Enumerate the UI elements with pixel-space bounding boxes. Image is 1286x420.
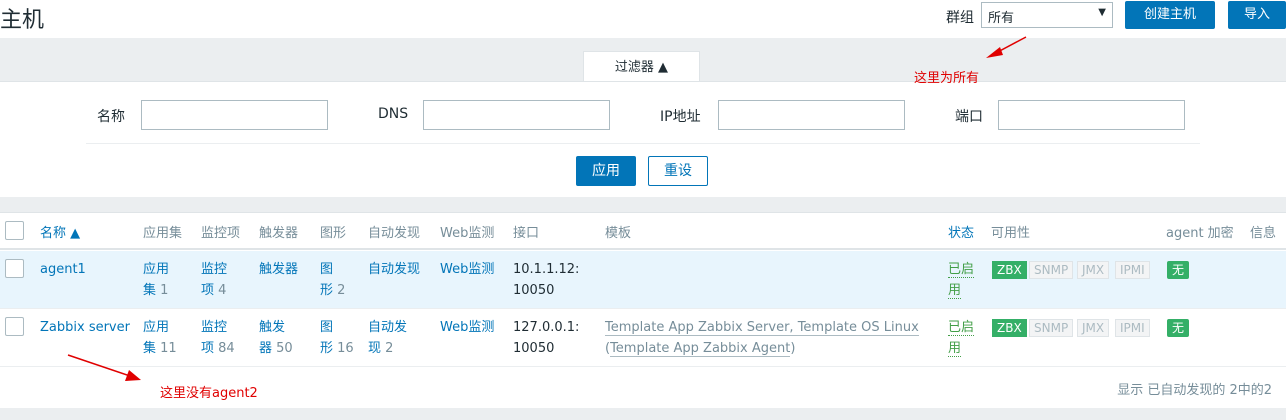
annotation-note-no-agent2: 这里没有agent2 [160, 386, 258, 401]
annotation-note-all: 这里为所有 [914, 71, 980, 86]
annotation-arrows [67, 36, 1027, 381]
